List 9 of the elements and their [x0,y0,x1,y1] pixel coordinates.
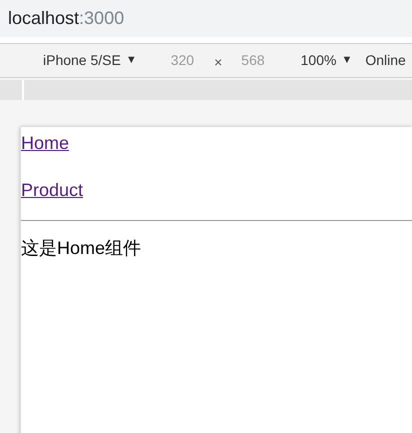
times-sign: × [214,53,222,72]
content-text: 这是Home组件 [21,237,142,260]
throttling-dropdown[interactable]: Online [365,50,406,71]
nav-link[interactable]: Home [21,133,70,153]
address-bar[interactable]: localhost:3000 [0,0,412,37]
device-dropdown[interactable]: iPhone 5/SE ▼ [43,50,137,71]
url-text: localhost:3000 [8,7,124,30]
nav-link[interactable]: Product [21,180,84,200]
zoom-dropdown[interactable]: 100% ▼ [300,50,352,71]
